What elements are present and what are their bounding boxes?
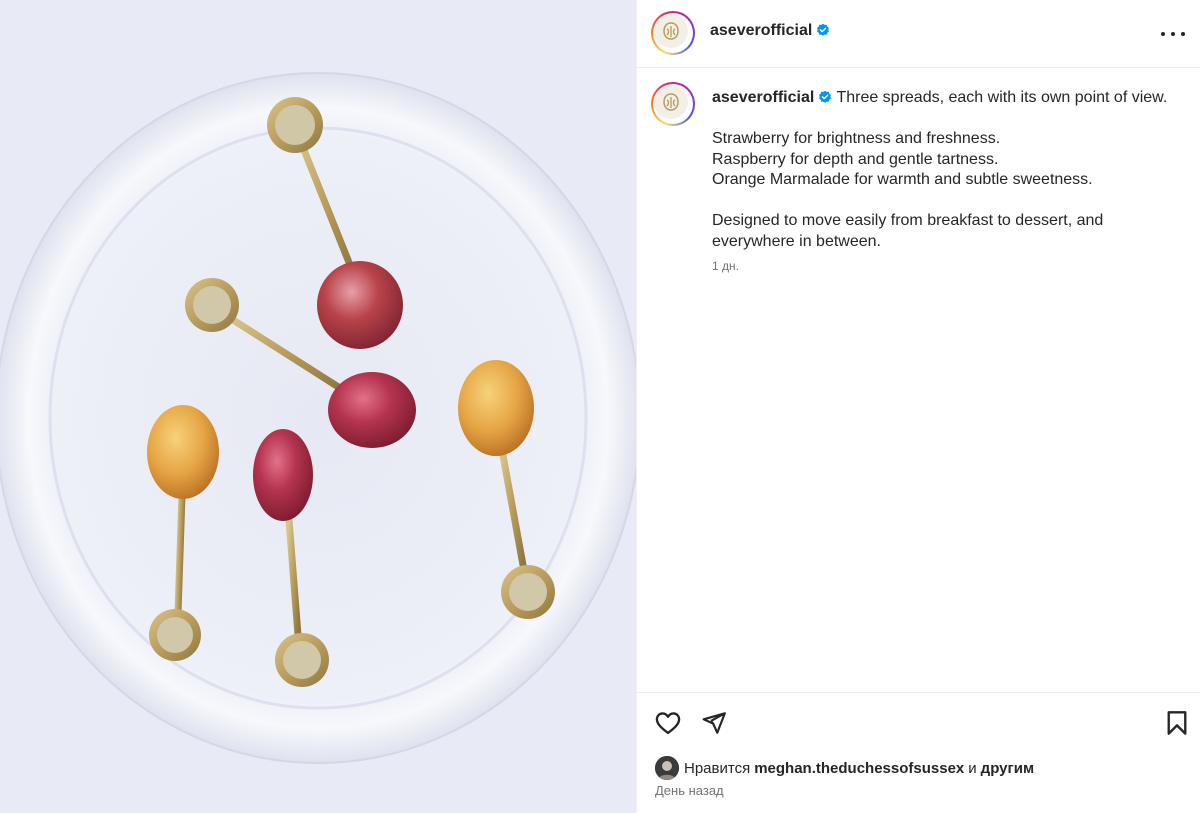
liker-username[interactable]: meghan.theduchessofsussex <box>754 760 964 777</box>
user-avatar-icon <box>655 756 679 780</box>
more-options-icon[interactable] <box>1161 22 1185 46</box>
caption-line: everywhere in between. <box>712 232 881 250</box>
author-avatar[interactable] <box>651 11 695 55</box>
post-sidebar: aseverofficial aseverofficial Three spre… <box>636 0 1200 813</box>
verified-badge-icon <box>819 90 832 103</box>
jam-spoons-photo <box>0 0 636 813</box>
instagram-post: aseverofficial aseverofficial Three spre… <box>0 0 1200 813</box>
caption-author-avatar[interactable] <box>651 82 695 126</box>
caption-text: aseverofficial Three spreads, each with … <box>712 88 1182 252</box>
likes-others[interactable]: другим <box>981 760 1034 777</box>
post-date[interactable]: День назад <box>655 783 724 798</box>
send-icon[interactable] <box>700 709 728 737</box>
caption-timestamp[interactable]: 1 дн. <box>712 259 739 273</box>
likes-prefix: Нравится <box>684 759 751 777</box>
caption-username[interactable]: aseverofficial <box>712 89 814 106</box>
brand-logo-icon <box>663 93 679 111</box>
verified-badge-icon <box>817 23 830 36</box>
caption-line: Raspberry for depth and gentle tartness. <box>712 150 999 168</box>
brand-logo-icon <box>663 22 679 40</box>
caption-line: Strawberry for brightness and freshness. <box>712 130 1001 147</box>
likes-summary: Нравится meghan.theduchessofsussex и дру… <box>655 756 1038 780</box>
post-actions: Нравится meghan.theduchessofsussex и дру… <box>637 692 1200 813</box>
author-username[interactable]: aseverofficial <box>710 22 812 39</box>
liker-avatar[interactable] <box>655 756 679 780</box>
caption-line: Designed to move easily from breakfast t… <box>712 212 1104 229</box>
likes-conjunction: и <box>968 759 977 777</box>
post-image[interactable] <box>0 0 636 813</box>
heart-icon[interactable] <box>654 709 682 737</box>
post-header: aseverofficial <box>637 0 1200 68</box>
bookmark-icon[interactable] <box>1163 709 1191 737</box>
caption-first-line: Three spreads, each with its own point o… <box>836 89 1168 106</box>
caption-line: Orange Marmalade for warmth and subtle s… <box>712 171 1093 188</box>
